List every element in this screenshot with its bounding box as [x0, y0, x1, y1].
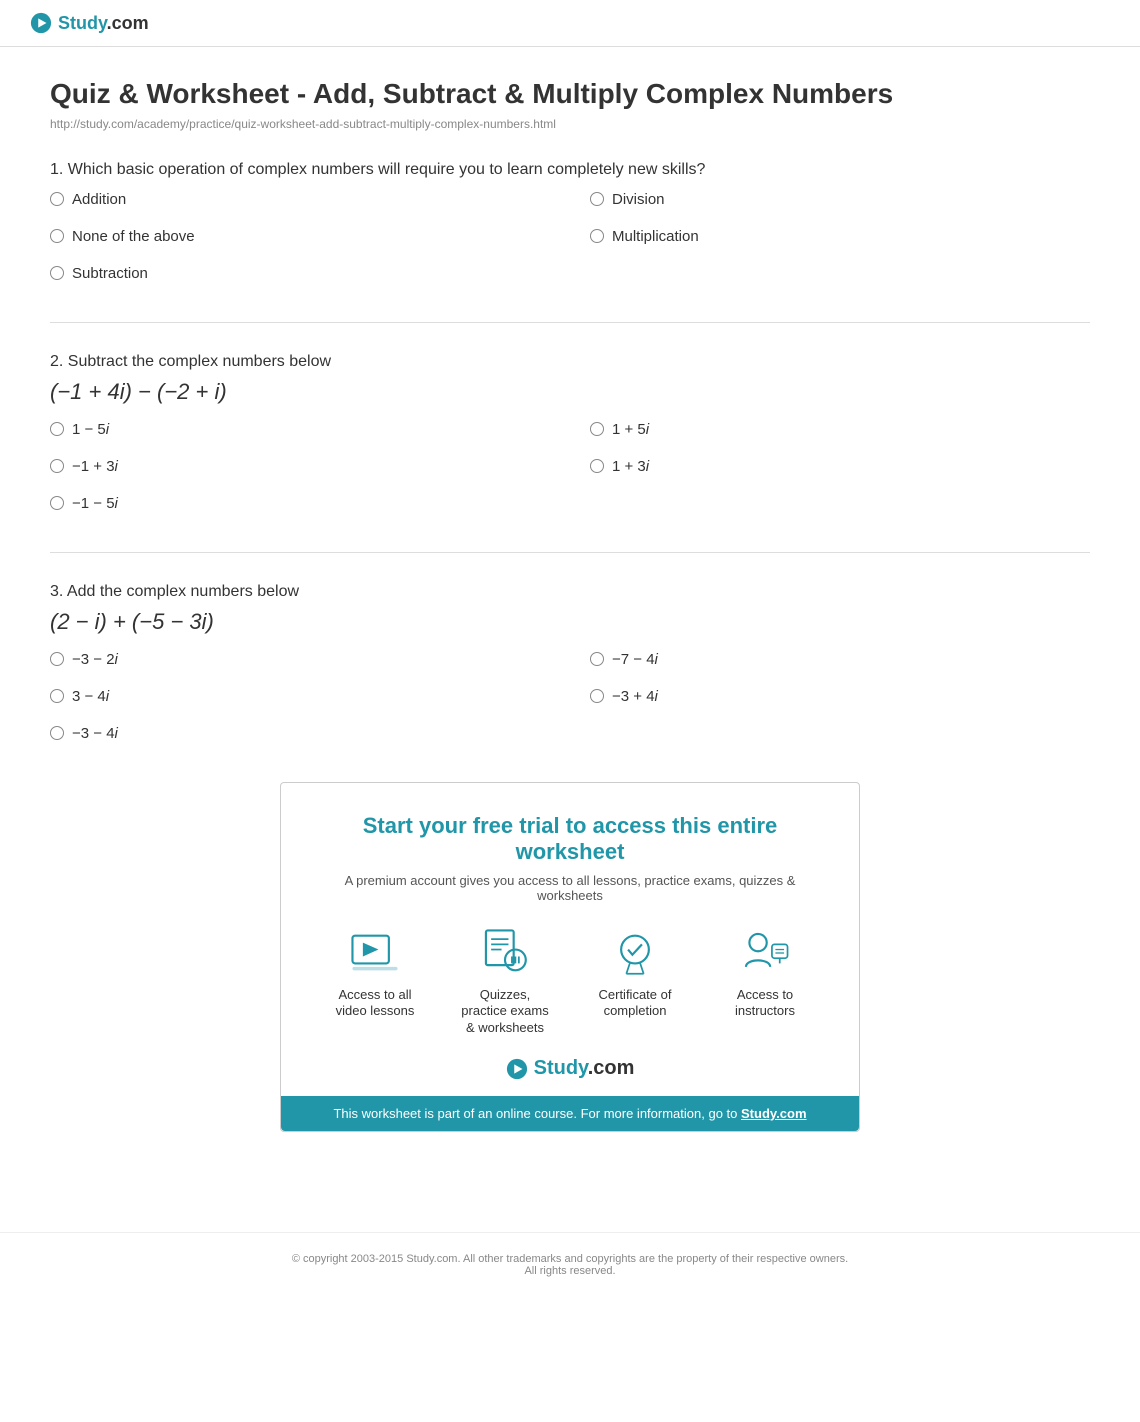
question-1-text: 1. Which basic operation of complex numb… — [50, 161, 1090, 179]
video-icon — [349, 927, 401, 979]
radio-addition[interactable] — [50, 192, 64, 206]
question-3: 3. Add the complex numbers below (2 − i)… — [50, 583, 1090, 742]
option-q3-c[interactable]: 3 − 4i — [50, 688, 550, 705]
trial-box: Start your free trial to access this ent… — [280, 782, 860, 1133]
trial-quiz-label: Quizzes, practice exams & worksheets — [460, 987, 550, 1038]
radio-none[interactable] — [50, 229, 64, 243]
trial-icon-instructor: Access to instructors — [720, 927, 810, 1038]
option-q2-c[interactable]: −1 + 3i — [50, 458, 550, 475]
site-logo[interactable]: Study.com — [30, 12, 149, 34]
logo-text: Study.com — [58, 13, 149, 34]
question-2-options: 1 − 5i 1 + 5i −1 + 3i 1 + 3i −1 − 5i — [50, 421, 1090, 512]
option-q3-e[interactable]: −3 − 4i — [50, 725, 550, 742]
site-header: Study.com — [0, 0, 1140, 47]
trial-logo-text: Study.com — [534, 1057, 635, 1080]
option-q2-b[interactable]: 1 + 5i — [590, 421, 1090, 438]
option-q3-d[interactable]: −3 + 4i — [590, 688, 1090, 705]
option-division-label: Division — [612, 191, 665, 208]
instructor-icon — [739, 927, 791, 979]
question-2-text: 2. Subtract the complex numbers below — [50, 353, 1090, 371]
question-3-math: (2 − i) + (−5 − 3i) — [50, 609, 1090, 635]
option-none[interactable]: None of the above — [50, 228, 550, 245]
quiz-icon — [479, 927, 531, 979]
divider-1 — [50, 322, 1090, 323]
footer-line2: All rights reserved. — [20, 1265, 1120, 1277]
trial-instructor-label: Access to instructors — [720, 987, 810, 1021]
info-bar-link[interactable]: Study.com — [741, 1106, 807, 1121]
logo-icon — [30, 12, 52, 34]
question-1-options: Addition Division None of the above Mult… — [50, 191, 1090, 282]
option-multiplication[interactable]: Multiplication — [590, 228, 1090, 245]
question-2: 2. Subtract the complex numbers below (−… — [50, 353, 1090, 512]
footer-line1: © copyright 2003-2015 Study.com. All oth… — [20, 1253, 1120, 1265]
option-q2-d[interactable]: 1 + 3i — [590, 458, 1090, 475]
trial-title: Start your free trial to access this ent… — [311, 813, 829, 865]
question-2-math: (−1 + 4i) − (−2 + i) — [50, 379, 1090, 405]
option-q3-a[interactable]: −3 − 2i — [50, 651, 550, 668]
radio-division[interactable] — [590, 192, 604, 206]
trial-certificate-label: Certificate of completion — [590, 987, 680, 1021]
option-q2-a[interactable]: 1 − 5i — [50, 421, 550, 438]
certificate-icon — [609, 927, 661, 979]
trial-logo-icon — [506, 1058, 528, 1080]
trial-icon-video: Access to all video lessons — [330, 927, 420, 1038]
page-title: Quiz & Worksheet - Add, Subtract & Multi… — [50, 77, 1090, 111]
option-q3-b[interactable]: −7 − 4i — [590, 651, 1090, 668]
page-url: http://study.com/academy/practice/quiz-w… — [50, 117, 1090, 131]
option-none-label: None of the above — [72, 228, 195, 245]
option-addition[interactable]: Addition — [50, 191, 550, 208]
footer: © copyright 2003-2015 Study.com. All oth… — [0, 1232, 1140, 1297]
divider-2 — [50, 552, 1090, 553]
trial-icon-quiz: Quizzes, practice exams & worksheets — [460, 927, 550, 1038]
radio-subtraction[interactable] — [50, 266, 64, 280]
option-multiplication-label: Multiplication — [612, 228, 699, 245]
option-subtraction[interactable]: Subtraction — [50, 265, 550, 282]
info-bar: This worksheet is part of an online cour… — [281, 1096, 859, 1131]
question-3-options: −3 − 2i −7 − 4i 3 − 4i −3 + 4i −3 − 4i — [50, 651, 1090, 742]
trial-video-label: Access to all video lessons — [330, 987, 420, 1021]
trial-subtitle: A premium account gives you access to al… — [311, 873, 829, 903]
option-subtraction-label: Subtraction — [72, 265, 148, 282]
trial-icon-certificate: Certificate of completion — [590, 927, 680, 1038]
main-content: Quiz & Worksheet - Add, Subtract & Multi… — [0, 47, 1140, 1202]
radio-multiplication[interactable] — [590, 229, 604, 243]
trial-icons: Access to all video lessons Quizzes, pra… — [311, 927, 829, 1038]
option-division[interactable]: Division — [590, 191, 1090, 208]
question-1: 1. Which basic operation of complex numb… — [50, 161, 1090, 282]
question-3-text: 3. Add the complex numbers below — [50, 583, 1090, 601]
option-addition-label: Addition — [72, 191, 126, 208]
trial-logo: Study.com — [311, 1057, 829, 1080]
option-q2-e[interactable]: −1 − 5i — [50, 495, 550, 512]
